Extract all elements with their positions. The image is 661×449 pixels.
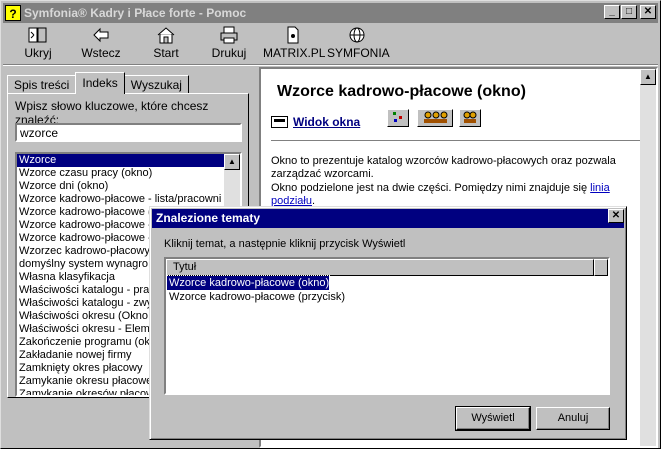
tab-contents[interactable]: Spis treści [7,75,77,94]
person-icon [462,111,478,127]
related-topics-icon [390,112,406,127]
topic-paragraph-2: Okno podzielone jest na dwie części. Pom… [271,182,641,208]
minimize-button[interactable]: _ [604,5,620,19]
topics-found-dialog: Znalezione tematy ✕ Kliknij temat, a nas… [149,206,627,440]
close-button[interactable]: ✕ [640,5,656,19]
maximize-button[interactable]: □ [621,5,637,19]
dialog-instruction: Kliknij temat, a następnie kliknij przyc… [164,238,406,250]
people-icon [420,111,450,127]
back-arrow-icon [78,26,124,46]
topic-paragraph-1: Okno to prezentuje katalog wzorców kadro… [271,155,616,180]
index-list-item[interactable]: Wzorce [17,154,224,167]
matrix-button[interactable]: MATRIX.PL [263,26,326,62]
document-icon [263,26,323,46]
globe-icon [327,26,387,46]
tab-search[interactable]: Wyszukaj [123,75,189,94]
tab-index[interactable]: Indeks [75,72,125,94]
view-window-link-row[interactable]: Widok okna [271,115,360,129]
symfonia-button[interactable]: SYMFONIA [327,26,390,62]
left-tabs: Spis treści Indeks Wyszukaj [7,72,189,94]
paragraph-2-text: Okno podzielone jest na dwie części. Pom… [271,182,591,194]
topic-item[interactable]: Wzorce kadrowo-płacowe (przycisk) [167,290,345,304]
view-window-link[interactable]: Widok okna [293,115,360,129]
index-list-item[interactable]: Wzorce dni (okno) [17,180,224,193]
index-list-item[interactable]: Wzorce czasu pracy (okno) [17,167,224,180]
topics-list[interactable]: Tytuł Wzorce kadrowo-płacowe (okno) Wzor… [164,257,610,395]
toolbar-separator [3,64,658,66]
topic-scroll-up-button[interactable]: ▲ [640,69,656,85]
print-label: Drukuj [211,46,247,60]
start-label: Start [153,46,179,60]
back-label: Wstecz [81,46,121,60]
dialog-close-button[interactable]: ✕ [608,209,624,223]
back-button[interactable]: Wstecz [78,26,124,62]
hide-icon [17,26,59,46]
topic-divider [271,140,651,142]
toolbar: Ukryj Wstecz Start Drukuj MATRIX.PL SYMF… [3,24,658,64]
related-topic-button-1[interactable] [387,109,409,127]
help-app-icon: ? [5,5,21,21]
title-bar[interactable]: ? Symfonia® Kadry i Płace forte - Pomoc … [3,3,658,23]
title-column-header[interactable]: Tytuł [166,259,594,276]
window-icon [271,116,288,128]
window-title: Symfonia® Kadry i Płace forte - Pomoc [24,6,247,20]
topic-scrollbar[interactable]: ▲ [640,69,656,446]
print-button[interactable]: Drukuj [209,26,249,62]
related-topic-button-3[interactable] [459,109,481,127]
cancel-button[interactable]: Anuluj [536,407,610,430]
hide-label: Ukryj [24,46,52,60]
display-button[interactable]: Wyświetl [455,406,531,431]
home-icon [148,26,184,46]
matrix-label: MATRIX.PL [263,46,326,60]
start-button[interactable]: Start [148,26,184,62]
topic-item[interactable]: Wzorce kadrowo-płacowe (okno) [165,275,331,291]
printer-icon [209,26,249,46]
index-list-item[interactable]: Wzorce kadrowo-płacowe - lista/pracowni [17,193,224,206]
keyword-input[interactable]: wzorce [15,123,242,142]
hide-button[interactable]: Ukryj [17,26,59,62]
header-filler [594,259,608,276]
related-topic-button-2[interactable] [417,109,453,127]
dialog-title[interactable]: Znalezione tematy [152,209,624,228]
symfonia-label: SYMFONIA [327,46,390,60]
topic-heading: Wzorce kadrowo-płacowe (okno) [277,83,526,100]
scroll-up-button[interactable]: ▲ [224,154,240,170]
